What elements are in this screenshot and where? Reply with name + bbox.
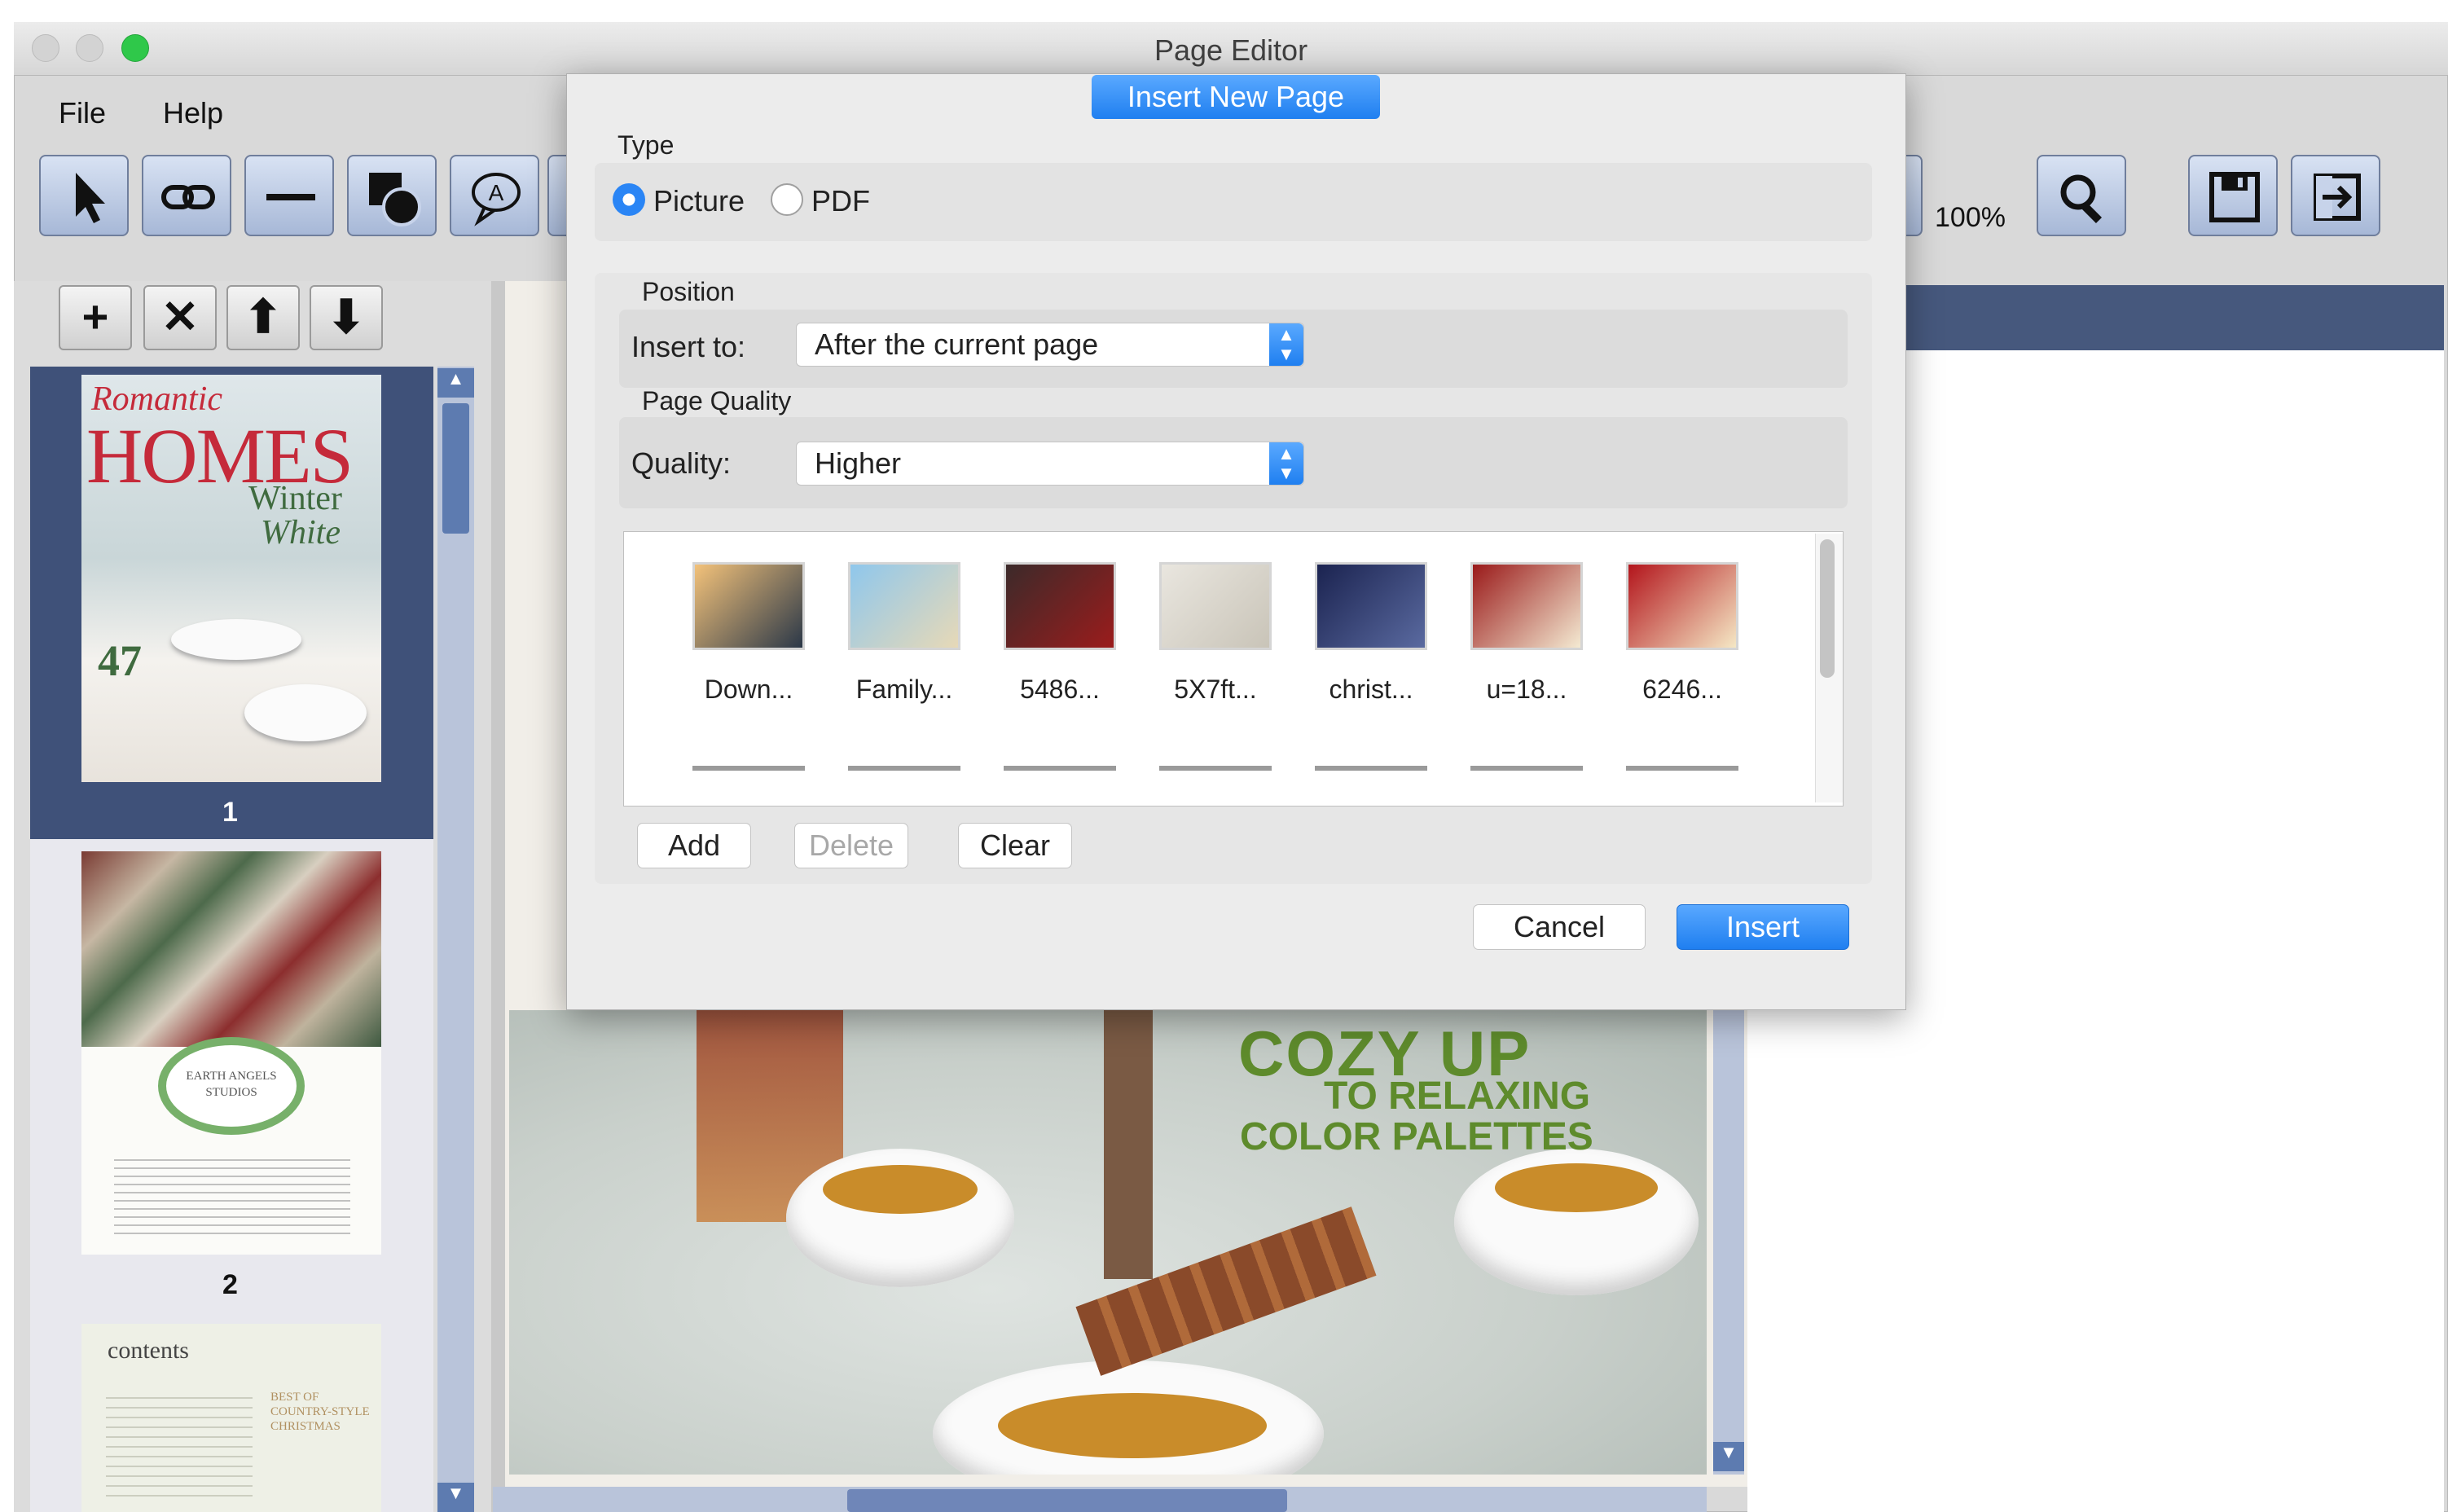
insert-to-value: After the current page	[815, 327, 1099, 361]
tea-left	[823, 1165, 978, 1214]
scroll-down-arrow-icon[interactable]: ▼	[437, 1483, 474, 1512]
quality-select[interactable]: Higher ▲ ▼	[796, 442, 1304, 486]
picture-name: 6246...	[1642, 675, 1722, 704]
menu-file[interactable]: File	[59, 96, 106, 130]
picture-name: u=18...	[1486, 675, 1567, 704]
picture-thumbnail[interactable]	[1004, 562, 1116, 650]
picture-thumbnail[interactable]	[1626, 562, 1738, 650]
picture-name: 5486...	[1020, 675, 1100, 704]
pages-scrollbar-thumb[interactable]	[442, 403, 469, 534]
select-updown-arrows-icon: ▲ ▼	[1269, 323, 1303, 366]
cursor-arrow-icon	[76, 173, 105, 223]
picture-thumbnail[interactable]	[1159, 562, 1272, 650]
insert-to-select[interactable]: After the current page ▲ ▼	[796, 323, 1304, 367]
insert-to-label: Insert to:	[631, 330, 746, 363]
select-updown-arrows-icon: ▲ ▼	[1269, 442, 1303, 485]
contents-line-3: CHRISTMAS	[270, 1420, 341, 1433]
position-label: Position	[642, 277, 735, 306]
shapes-icon	[369, 173, 421, 226]
picture-name: Family...	[855, 675, 953, 704]
page-number-1: 1	[222, 797, 238, 828]
magnifier-icon	[2060, 174, 2103, 224]
contents-line-1: BEST OF	[270, 1391, 319, 1404]
type-picture-radio[interactable]	[613, 183, 645, 216]
exit-icon	[2314, 174, 2361, 221]
picture-thumbnail[interactable]	[848, 562, 960, 650]
shape-tool-button[interactable]	[347, 155, 437, 236]
picture-thumbnail[interactable]	[1315, 562, 1427, 650]
quality-label: Quality:	[631, 446, 732, 480]
page-2-thumbnail[interactable]: EARTH ANGELS STUDIOS	[81, 851, 381, 1255]
zoom-button[interactable]	[2037, 155, 2126, 236]
cinnamon-stick-image	[1104, 1010, 1153, 1279]
menu-help[interactable]: Help	[163, 96, 223, 130]
cover-plate-image	[244, 684, 367, 741]
page-3-thumbnail[interactable]: contents BEST OF COUNTRY-STYLE CHRISTMAS	[81, 1324, 381, 1512]
cover-subtitle-1: Winter	[248, 480, 342, 517]
canvas-vertical-scrollbar[interactable]	[1713, 1010, 1744, 1475]
collage-image	[81, 851, 381, 1047]
picture-thumbnail[interactable]	[692, 562, 805, 650]
move-page-up-button[interactable]: ⬆	[226, 285, 300, 350]
clear-pictures-button[interactable]: Clear	[958, 823, 1072, 868]
type-pdf-radio[interactable]	[771, 183, 803, 216]
delete-picture-button[interactable]: Delete	[794, 823, 908, 868]
exit-button[interactable]	[2291, 155, 2380, 236]
next-row-thumbnails-edge	[692, 766, 1743, 771]
logo-text-2: STUDIOS	[205, 1086, 257, 1099]
picture-name: 5X7ft...	[1174, 675, 1257, 704]
quality-value: Higher	[815, 446, 902, 480]
page-quality-label: Page Quality	[642, 386, 792, 415]
dialog-title: Insert New Page	[1092, 75, 1380, 119]
headline-relaxing: TO RELAXING	[1324, 1075, 1591, 1118]
text-tool-button[interactable]: A	[450, 155, 539, 236]
cover-subtitle-2: White	[261, 514, 341, 552]
picture-name: Down...	[704, 675, 793, 704]
type-pdf-label[interactable]: PDF	[811, 184, 870, 218]
add-page-button[interactable]: +	[59, 285, 132, 350]
body-text-block	[114, 1153, 350, 1234]
speech-bubble-icon: A	[472, 173, 521, 226]
remove-page-button[interactable]: ✕	[143, 285, 217, 350]
line-tool-button[interactable]	[244, 155, 334, 236]
floppy-disk-icon	[2209, 172, 2260, 222]
zoom-level: 100%	[1935, 202, 2006, 233]
cancel-button[interactable]: Cancel	[1473, 904, 1646, 950]
tea-right	[1495, 1163, 1658, 1212]
picture-thumbnail[interactable]	[1470, 562, 1583, 650]
cover-badge-number: 47	[98, 636, 142, 685]
cover-teacup-image	[171, 619, 301, 660]
link-icon	[161, 185, 215, 209]
picture-name: christ...	[1329, 675, 1413, 704]
headline-palettes: COLOR PALETTES	[1240, 1115, 1593, 1158]
logo-text-1: EARTH ANGELS	[186, 1070, 277, 1083]
type-label: Type	[617, 130, 675, 160]
page-number-2: 2	[222, 1269, 238, 1300]
tea-bottom	[998, 1393, 1267, 1458]
move-page-down-button[interactable]: ⬇	[310, 285, 383, 350]
canvas-horizontal-scrollbar-thumb[interactable]	[847, 1489, 1287, 1512]
window-title: Page Editor	[1154, 33, 1308, 67]
picture-list-scrollbar-thumb[interactable]	[1820, 539, 1835, 678]
type-picture-label[interactable]: Picture	[653, 184, 745, 218]
scroll-up-arrow-icon[interactable]: ▲	[437, 368, 474, 398]
link-tool-button[interactable]	[142, 155, 231, 236]
page-editor-screen: Page Editor File Help A 100% + ✕ ⬆ ⬇ Rom…	[0, 0, 2448, 1512]
contents-text-block	[106, 1389, 253, 1503]
title-bar: Page Editor	[14, 22, 2448, 76]
canvas-scroll-down-arrow-icon[interactable]: ▼	[1713, 1442, 1744, 1471]
page-1-thumbnail[interactable]: Romantic HOMES Winter White 47	[81, 375, 381, 782]
contents-line-2: COUNTRY-STYLE	[270, 1405, 370, 1418]
add-picture-button[interactable]: Add	[637, 823, 751, 868]
svg-text:A: A	[489, 180, 504, 205]
pages-scrollbar[interactable]	[437, 367, 474, 1512]
line-icon	[266, 194, 315, 200]
contents-heading: contents	[108, 1337, 189, 1364]
insert-button[interactable]: Insert	[1677, 904, 1849, 950]
select-tool-button[interactable]	[39, 155, 129, 236]
save-button[interactable]	[2188, 155, 2278, 236]
